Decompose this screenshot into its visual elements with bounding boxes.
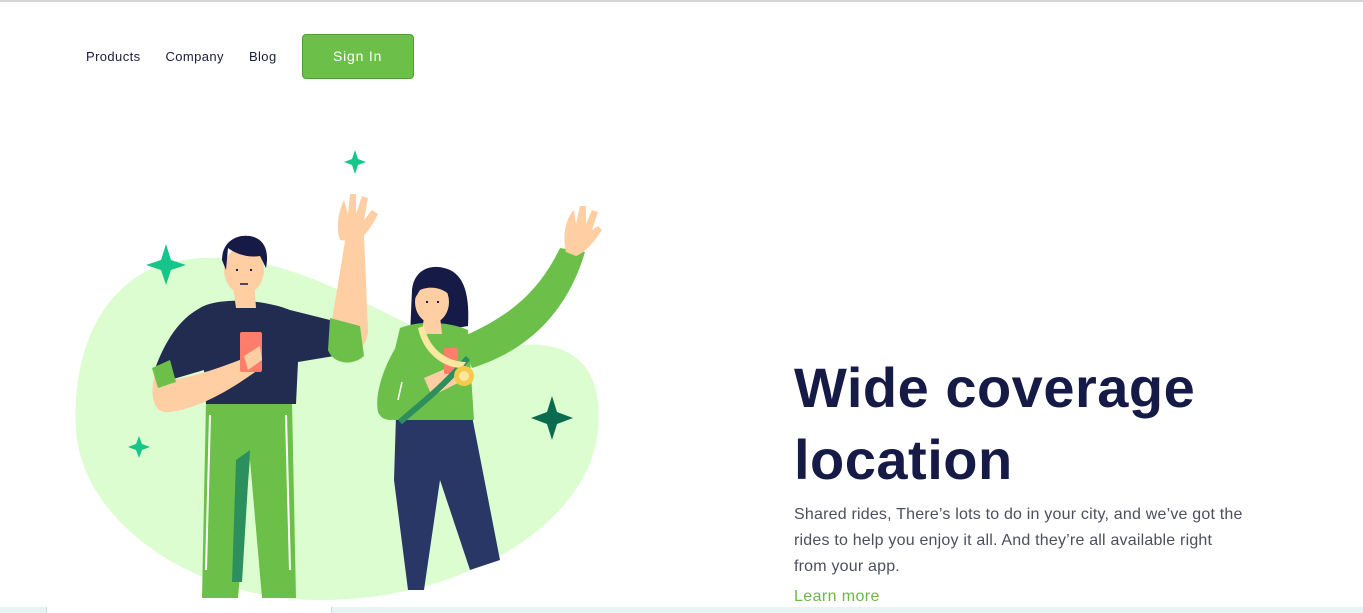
bottom-scroll-tab[interactable] (46, 607, 332, 613)
nav-link-company[interactable]: Company (166, 49, 224, 64)
hero-title: Wide coverage location (794, 352, 1254, 496)
hero-illustration (75, 150, 602, 600)
nav-link-products[interactable]: Products (86, 49, 141, 64)
learn-more-link[interactable]: Learn more (794, 588, 880, 606)
hero-description: Shared rides, There’s lots to do in your… (794, 506, 1243, 575)
hero-title-line1: Wide coverage (794, 356, 1196, 419)
hero-title-line2: location (794, 428, 1013, 491)
main-nav: Products Company Blog Sign In (86, 33, 414, 79)
hero-section: Wide coverage location Shared rides, The… (794, 352, 1254, 606)
nav-link-blog[interactable]: Blog (249, 49, 277, 64)
top-border (0, 0, 1363, 2)
sign-in-button[interactable]: Sign In (301, 33, 414, 79)
sparkle-icon (344, 150, 366, 174)
